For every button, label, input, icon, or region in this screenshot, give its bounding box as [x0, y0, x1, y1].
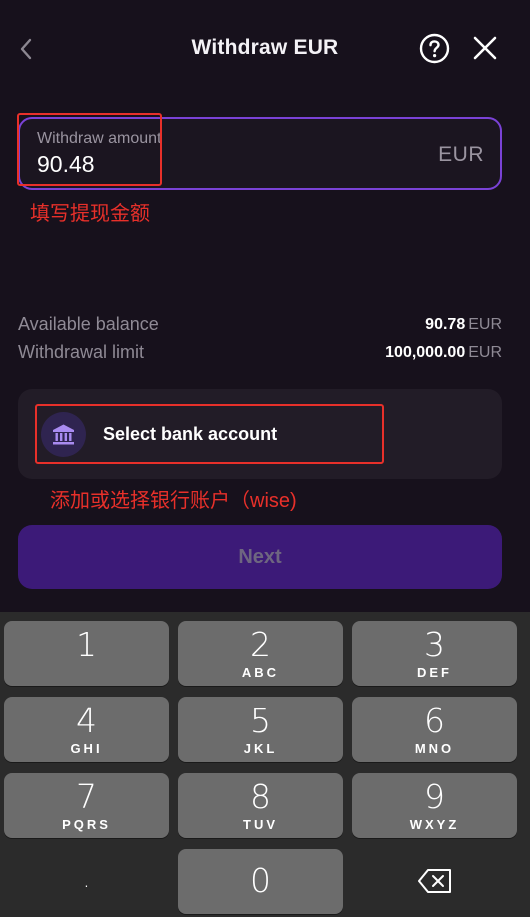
key-letters: DEF — [417, 665, 452, 680]
next-button-label: Next — [238, 546, 282, 568]
backspace-icon — [418, 869, 451, 893]
balance-currency: EUR — [468, 316, 502, 333]
limit-currency: EUR — [468, 344, 502, 361]
available-balance-value: 90.78 EUR — [425, 316, 502, 334]
key-letters: ABC — [241, 665, 280, 680]
withdrawal-limit-label: Withdrawal limit — [18, 342, 145, 362]
limit-amount: 100,000.00 — [385, 344, 466, 361]
key-1[interactable]: 1 — [4, 621, 169, 686]
question-circle-icon — [419, 33, 450, 64]
select-bank-label[interactable]: Select bank account — [103, 424, 277, 445]
delete-key[interactable] — [352, 849, 517, 914]
key-digit: 4 — [76, 701, 97, 740]
key-2[interactable]: 2 ABC — [178, 621, 343, 686]
key-decimal[interactable]: . — [4, 849, 169, 914]
close-button[interactable] — [471, 34, 499, 62]
annotation-amount-note: 填写提现金额 — [30, 203, 150, 225]
amount-field-label: Withdraw amount — [37, 130, 162, 147]
key-6[interactable]: 6 MNO — [352, 697, 517, 762]
key-digit: 2 — [250, 625, 271, 664]
withdraw-amount-field[interactable]: Withdraw amount 90.48 EUR — [18, 117, 502, 190]
amount-input[interactable]: 90.48 — [37, 151, 95, 178]
annotation-bank-note: 添加或选择银行账户（wise) — [50, 490, 297, 512]
key-letters: MNO — [414, 741, 455, 756]
help-button[interactable] — [419, 33, 450, 64]
key-8[interactable]: 8 TUV — [178, 773, 343, 838]
key-letters: JKL — [243, 741, 278, 756]
key-digit: 7 — [76, 777, 97, 816]
page-title: Withdraw EUR — [191, 36, 339, 59]
key-letters: WXYZ — [409, 817, 460, 832]
bank-icon — [53, 424, 74, 445]
key-letters: GHI — [70, 741, 103, 756]
key-digit: 6 — [424, 701, 445, 740]
key-digit: 0 — [250, 861, 271, 900]
close-icon — [473, 36, 497, 60]
numeric-keypad: 1 2 ABC 3 DEF 4 GHI 5 JKL 6 MNO 7 PQRS 8… — [0, 612, 530, 917]
key-digit: 3 — [424, 625, 445, 664]
key-letters: PQRS — [62, 817, 111, 832]
key-digit: 9 — [424, 777, 445, 816]
key-4[interactable]: 4 GHI — [4, 697, 169, 762]
key-letters: TUV — [243, 817, 278, 832]
withdrawal-limit-value: 100,000.00 EUR — [385, 344, 502, 362]
amount-currency: EUR — [438, 143, 484, 166]
next-button[interactable]: Next — [18, 525, 502, 589]
balance-amount: 90.78 — [425, 316, 466, 333]
key-digit: 8 — [250, 777, 271, 816]
key-7[interactable]: 7 PQRS — [4, 773, 169, 838]
withdraw-screen: Withdraw EUR Withdraw amount 90.48 EUR 填… — [0, 0, 530, 612]
key-digit: 5 — [250, 701, 271, 740]
key-0[interactable]: 0 — [178, 849, 343, 914]
key-3[interactable]: 3 DEF — [352, 621, 517, 686]
key-digit: . — [82, 865, 91, 893]
key-9[interactable]: 9 WXYZ — [352, 773, 517, 838]
key-5[interactable]: 5 JKL — [178, 697, 343, 762]
available-balance-label: Available balance — [18, 314, 159, 334]
bank-icon-badge — [41, 412, 86, 457]
key-digit: 1 — [76, 625, 97, 664]
